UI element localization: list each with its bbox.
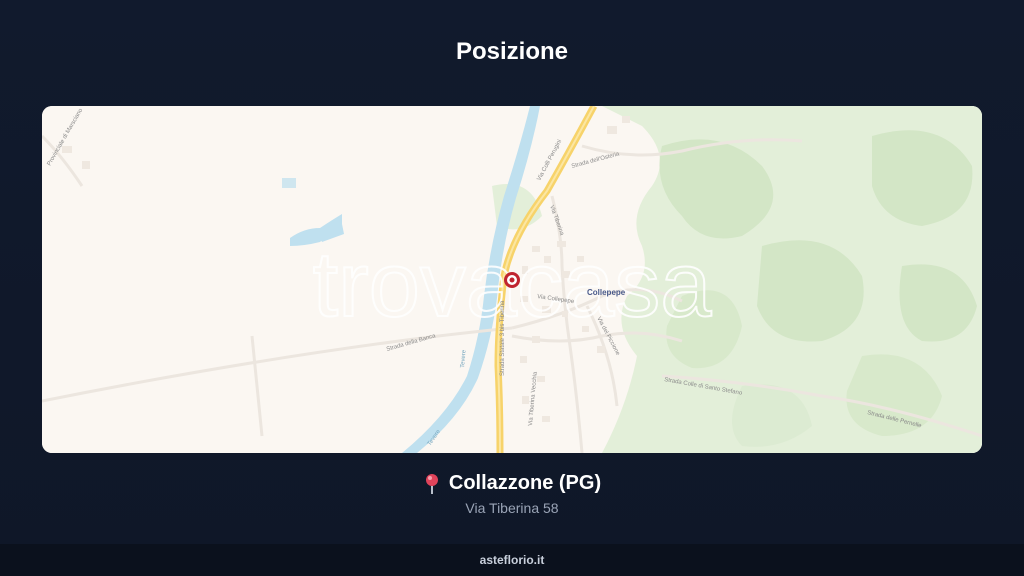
location-row: Collazzone (PG) [0,472,1024,495]
location-name: Collazzone (PG) [448,472,602,494]
footer: asteflorio.it [0,544,1024,576]
map-canvas[interactable]: trovacasa Collepepe Strada della Banca S… [42,106,982,453]
road-label-ss3bis: Strada Statale 3 bis Tiberina [500,300,506,376]
location-address: Via Tiberina 58 [465,500,559,516]
page-title: Posizione [455,38,569,65]
map-view[interactable]: trovacasa Collepepe Strada della Banca S… [42,106,982,453]
location-marker-icon[interactable] [504,272,520,288]
footer-site-link[interactable]: asteflorio.it [480,553,545,567]
map-pin-icon [423,473,441,495]
town-label: Collepepe [587,288,626,297]
